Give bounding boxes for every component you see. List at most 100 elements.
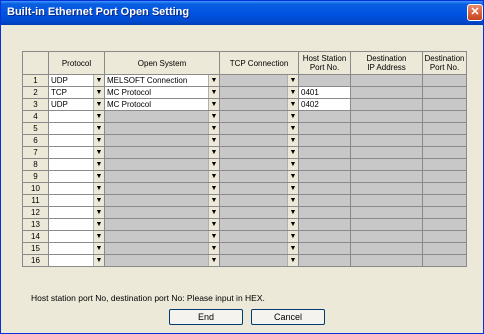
host-station-port-cell[interactable]: [298, 122, 351, 135]
tcp-connection-dropdown[interactable]: ▼: [221, 147, 298, 158]
open-system-dropdown[interactable]: ▼: [106, 195, 219, 206]
dropdown-arrow-icon[interactable]: ▼: [287, 219, 298, 230]
open-system-cell[interactable]: MC Protocol ▼: [104, 86, 220, 99]
protocol-dropdown[interactable]: ▼: [50, 111, 104, 122]
tcp-connection-cell[interactable]: ▼: [219, 110, 299, 123]
dropdown-arrow-icon[interactable]: ▼: [93, 87, 104, 98]
tcp-connection-cell[interactable]: ▼: [219, 134, 299, 147]
dropdown-arrow-icon[interactable]: ▼: [208, 159, 219, 170]
dropdown-arrow-icon[interactable]: ▼: [93, 99, 104, 110]
destination-port-cell[interactable]: [422, 146, 467, 159]
open-system-cell[interactable]: ▼: [104, 254, 220, 267]
protocol-dropdown[interactable]: UDP ▼: [50, 75, 104, 86]
destination-port-cell[interactable]: [422, 182, 467, 195]
tcp-connection-cell[interactable]: ▼: [219, 254, 299, 267]
dropdown-arrow-icon[interactable]: ▼: [287, 183, 298, 194]
destination-port-cell[interactable]: [422, 194, 467, 207]
open-system-cell[interactable]: MELSOFT Connection ▼: [104, 74, 220, 87]
tcp-connection-cell[interactable]: ▼: [219, 158, 299, 171]
dropdown-arrow-icon[interactable]: ▼: [287, 171, 298, 182]
host-station-port-cell[interactable]: [298, 158, 351, 171]
open-system-dropdown[interactable]: ▼: [106, 183, 219, 194]
protocol-dropdown[interactable]: ▼: [50, 123, 104, 134]
destination-ip-cell[interactable]: [350, 86, 423, 99]
destination-port-cell[interactable]: [422, 254, 467, 267]
protocol-cell[interactable]: ▼: [48, 146, 105, 159]
destination-port-cell[interactable]: [422, 218, 467, 231]
dropdown-arrow-icon[interactable]: ▼: [208, 123, 219, 134]
protocol-cell[interactable]: ▼: [48, 206, 105, 219]
tcp-connection-cell[interactable]: ▼: [219, 194, 299, 207]
open-system-dropdown[interactable]: ▼: [106, 159, 219, 170]
open-system-dropdown[interactable]: MC Protocol ▼: [106, 99, 219, 110]
destination-port-cell[interactable]: [422, 134, 467, 147]
open-system-cell[interactable]: ▼: [104, 242, 220, 255]
destination-port-cell[interactable]: [422, 110, 467, 123]
host-station-port-cell[interactable]: [298, 242, 351, 255]
dropdown-arrow-icon[interactable]: ▼: [287, 195, 298, 206]
open-system-dropdown[interactable]: ▼: [106, 219, 219, 230]
open-system-cell[interactable]: ▼: [104, 134, 220, 147]
dropdown-arrow-icon[interactable]: ▼: [93, 219, 104, 230]
host-station-port-cell[interactable]: [298, 170, 351, 183]
open-system-dropdown[interactable]: ▼: [106, 255, 219, 266]
tcp-connection-cell[interactable]: ▼: [219, 122, 299, 135]
close-button[interactable]: ✕: [467, 4, 483, 21]
dropdown-arrow-icon[interactable]: ▼: [93, 231, 104, 242]
destination-ip-cell[interactable]: [350, 182, 423, 195]
dropdown-arrow-icon[interactable]: ▼: [93, 171, 104, 182]
tcp-connection-dropdown[interactable]: ▼: [221, 171, 298, 182]
host-station-port-cell[interactable]: [298, 194, 351, 207]
tcp-connection-dropdown[interactable]: ▼: [221, 111, 298, 122]
protocol-cell[interactable]: ▼: [48, 122, 105, 135]
protocol-cell[interactable]: ▼: [48, 134, 105, 147]
tcp-connection-cell[interactable]: ▼: [219, 182, 299, 195]
open-system-dropdown[interactable]: ▼: [106, 135, 219, 146]
protocol-cell[interactable]: ▼: [48, 230, 105, 243]
open-system-cell[interactable]: ▼: [104, 206, 220, 219]
dropdown-arrow-icon[interactable]: ▼: [93, 183, 104, 194]
destination-port-cell[interactable]: [422, 74, 467, 87]
dropdown-arrow-icon[interactable]: ▼: [208, 231, 219, 242]
tcp-connection-cell[interactable]: ▼: [219, 86, 299, 99]
destination-ip-cell[interactable]: [350, 230, 423, 243]
open-system-cell[interactable]: ▼: [104, 230, 220, 243]
protocol-cell[interactable]: UDP ▼: [48, 74, 105, 87]
host-station-port-cell[interactable]: [298, 206, 351, 219]
protocol-dropdown[interactable]: ▼: [50, 207, 104, 218]
host-station-port-cell[interactable]: [298, 134, 351, 147]
tcp-connection-cell[interactable]: ▼: [219, 242, 299, 255]
protocol-cell[interactable]: ▼: [48, 218, 105, 231]
dropdown-arrow-icon[interactable]: ▼: [208, 87, 219, 98]
protocol-cell[interactable]: TCP ▼: [48, 86, 105, 99]
destination-ip-cell[interactable]: [350, 206, 423, 219]
open-system-dropdown[interactable]: ▼: [106, 123, 219, 134]
destination-ip-cell[interactable]: [350, 122, 423, 135]
protocol-dropdown[interactable]: ▼: [50, 255, 104, 266]
dropdown-arrow-icon[interactable]: ▼: [208, 183, 219, 194]
dropdown-arrow-icon[interactable]: ▼: [208, 75, 219, 86]
open-system-cell[interactable]: ▼: [104, 194, 220, 207]
protocol-dropdown[interactable]: UDP ▼: [50, 99, 104, 110]
protocol-cell[interactable]: ▼: [48, 254, 105, 267]
tcp-connection-dropdown[interactable]: ▼: [221, 159, 298, 170]
destination-ip-cell[interactable]: [350, 134, 423, 147]
destination-ip-cell[interactable]: [350, 158, 423, 171]
host-station-port-cell[interactable]: [298, 254, 351, 267]
dropdown-arrow-icon[interactable]: ▼: [93, 159, 104, 170]
host-station-port-cell[interactable]: 0402: [298, 98, 351, 111]
host-station-port-cell[interactable]: 0401: [298, 86, 351, 99]
open-system-dropdown[interactable]: ▼: [106, 147, 219, 158]
dropdown-arrow-icon[interactable]: ▼: [287, 159, 298, 170]
host-station-port-cell[interactable]: [298, 110, 351, 123]
dropdown-arrow-icon[interactable]: ▼: [287, 243, 298, 254]
protocol-dropdown[interactable]: ▼: [50, 183, 104, 194]
protocol-cell[interactable]: ▼: [48, 242, 105, 255]
tcp-connection-cell[interactable]: ▼: [219, 230, 299, 243]
protocol-cell[interactable]: ▼: [48, 194, 105, 207]
destination-ip-cell[interactable]: [350, 254, 423, 267]
open-system-cell[interactable]: ▼: [104, 182, 220, 195]
open-system-cell[interactable]: ▼: [104, 122, 220, 135]
protocol-dropdown[interactable]: ▼: [50, 147, 104, 158]
open-system-cell[interactable]: ▼: [104, 110, 220, 123]
